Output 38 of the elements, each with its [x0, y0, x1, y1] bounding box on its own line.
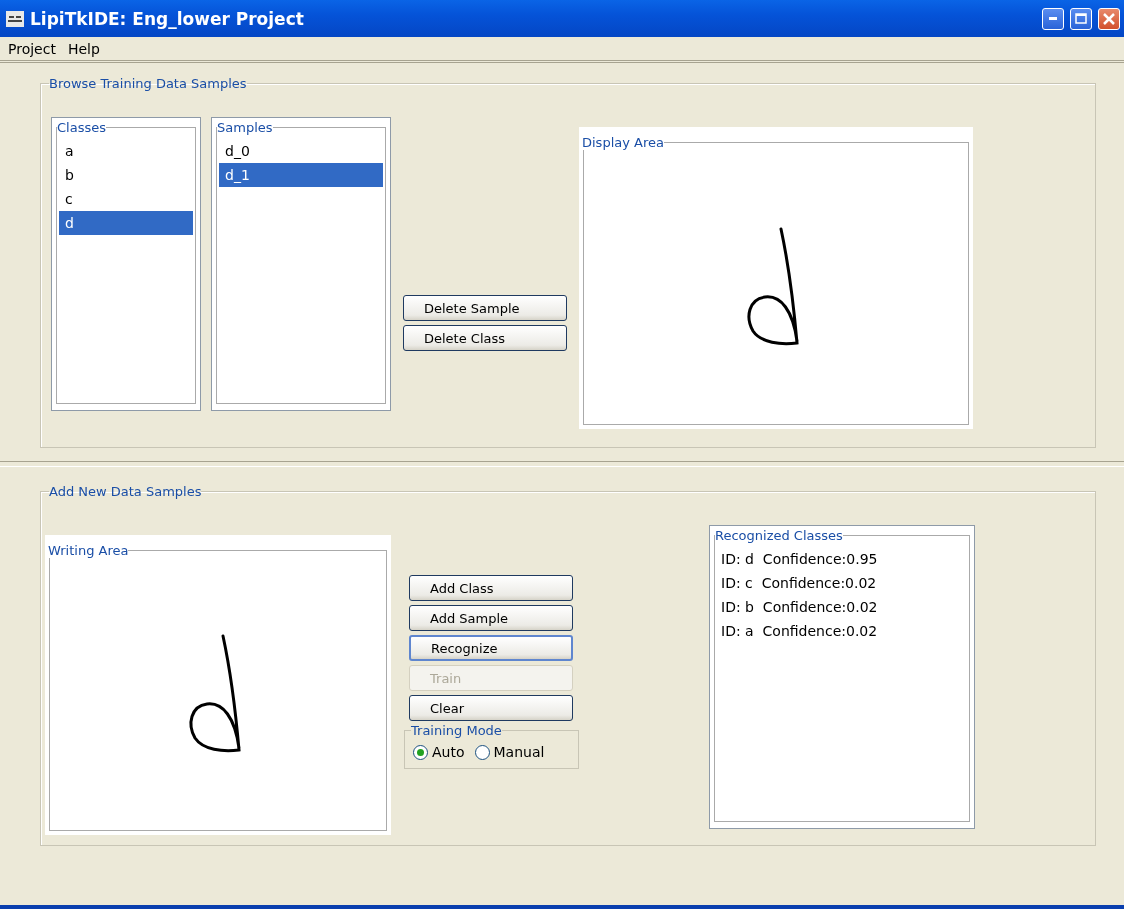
minimize-icon: [1049, 17, 1057, 20]
panel-title: Writing Area: [48, 543, 129, 558]
radio-icon[interactable]: [413, 744, 428, 760]
list-title: Samples: [217, 120, 273, 135]
menu-item[interactable]: Project: [4, 40, 60, 57]
panel-title: Display Area: [582, 135, 664, 150]
radio-icon[interactable]: [474, 744, 490, 760]
maximize-button[interactable]: [1070, 7, 1092, 30]
result-row-text: ID: d Confidence:0.95: [720, 550, 879, 569]
result-row-text: ID: c Confidence:0.02: [720, 574, 878, 593]
menu-item[interactable]: Help: [63, 40, 104, 57]
action-button[interactable]: Recognize: [409, 635, 573, 661]
list-item[interactable]: c: [59, 187, 193, 211]
action-button[interactable]: Clear: [409, 695, 573, 721]
result-row-text: ID: a Confidence:0.02: [720, 622, 879, 641]
close-button[interactable]: [1098, 7, 1120, 30]
minimize-button[interactable]: [1042, 7, 1064, 30]
group-title: Add New Data Samples: [49, 484, 202, 499]
action-button[interactable]: Add Sample: [409, 605, 573, 631]
panel-title: Recognized Classes: [715, 528, 843, 543]
window-title: LipiTkIDE: Eng_lower Project: [30, 8, 305, 29]
result-row-text: ID: b Confidence:0.02: [720, 598, 879, 617]
list-item[interactable]: d_0: [219, 139, 383, 163]
list-title: Classes: [57, 120, 106, 135]
radio-option[interactable]: Auto: [413, 744, 465, 760]
maximize-icon: [1075, 13, 1087, 24]
list-item[interactable]: a: [59, 139, 193, 163]
group-title: Training Mode: [411, 723, 502, 738]
list-item[interactable]: d_1: [219, 163, 383, 187]
radio-option[interactable]: Manual: [474, 744, 545, 760]
app-icon: [6, 10, 24, 27]
list-item[interactable]: b: [59, 163, 193, 187]
action-button[interactable]: Delete Sample: [403, 295, 567, 321]
group-title: Browse Training Data Samples: [49, 76, 247, 91]
action-button[interactable]: Add Class: [409, 575, 573, 601]
list-item[interactable]: d: [59, 211, 193, 235]
action-button[interactable]: Delete Class: [403, 325, 567, 351]
close-icon: [1103, 12, 1115, 25]
